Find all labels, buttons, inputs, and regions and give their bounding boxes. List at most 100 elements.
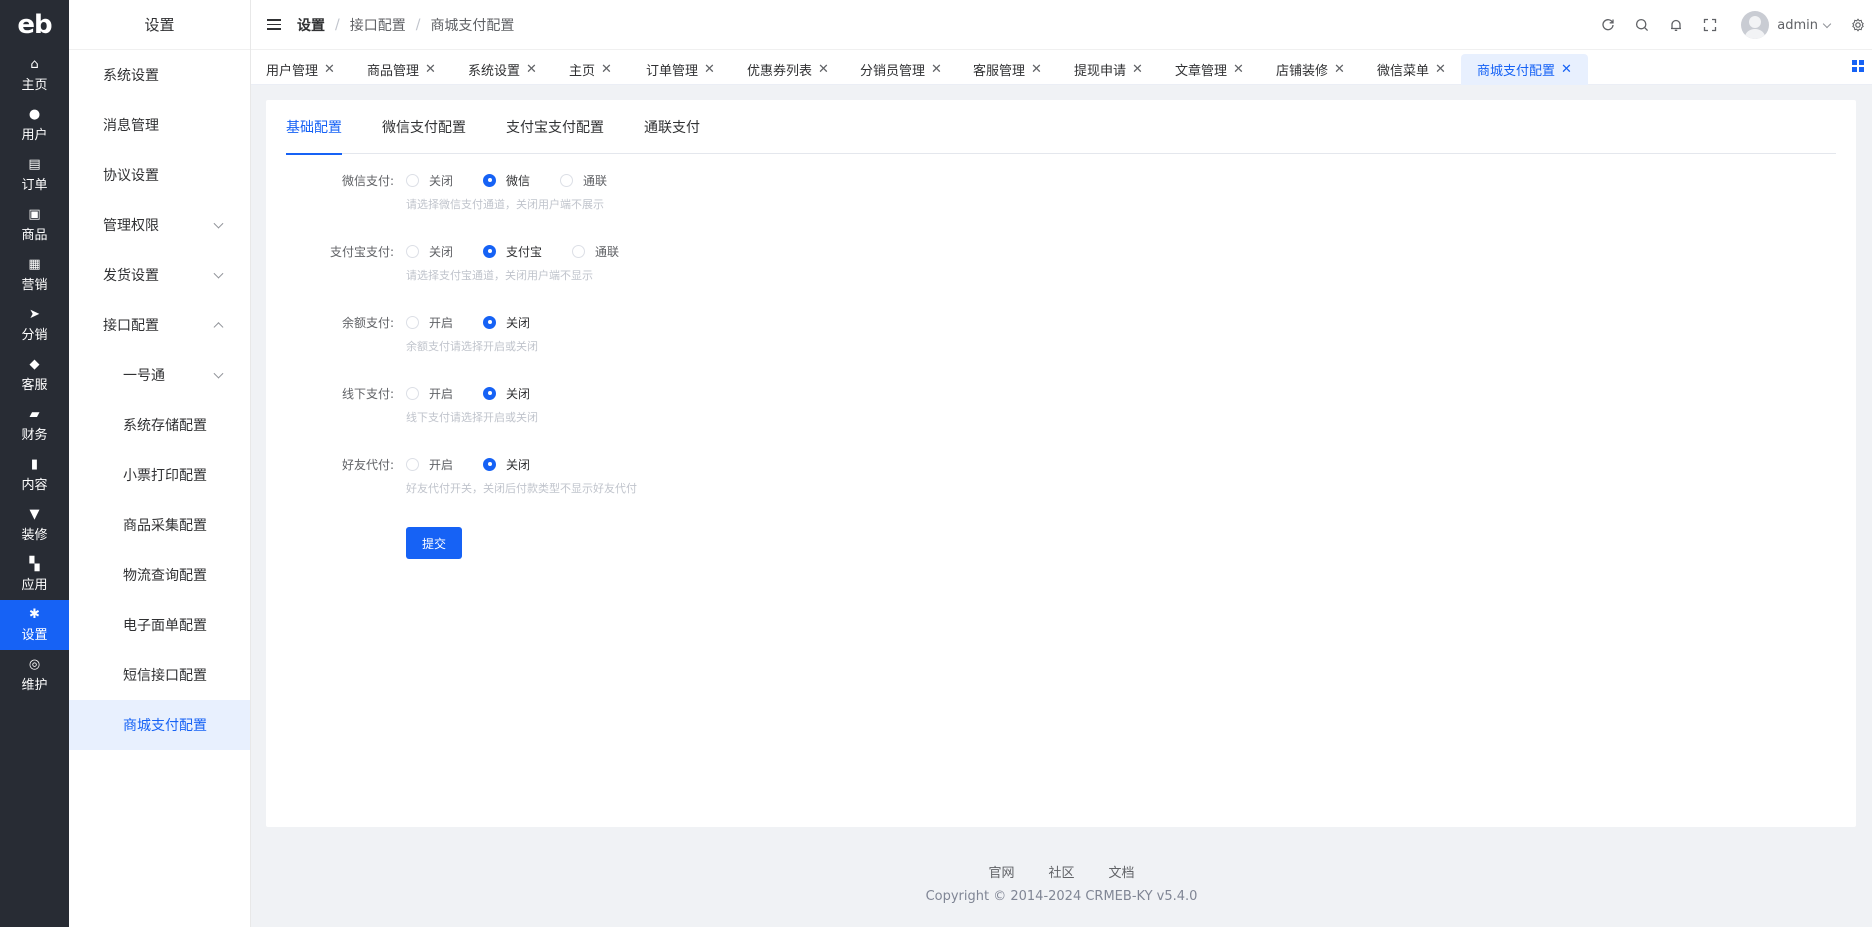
close-icon[interactable]: ✕ bbox=[1031, 62, 1042, 77]
gear-icon[interactable] bbox=[1846, 0, 1870, 50]
submenu-item-receipt-print-config[interactable]: 小票打印配置 bbox=[69, 450, 250, 500]
tab-tag[interactable]: 用户管理 ✕ bbox=[250, 54, 351, 85]
refresh-icon[interactable] bbox=[1591, 0, 1625, 50]
rail-item-home[interactable]: ⌂ 主页 bbox=[0, 50, 69, 100]
rail-item-decoration[interactable]: ▼ 装修 bbox=[0, 500, 69, 550]
tab-tag[interactable]: 主页 ✕ bbox=[553, 54, 628, 85]
radio-unchecked-icon[interactable] bbox=[406, 386, 419, 400]
close-icon[interactable]: ✕ bbox=[1132, 62, 1143, 77]
radio-option[interactable]: 关闭 bbox=[406, 172, 453, 189]
tags-menu-grid-icon[interactable] bbox=[1852, 60, 1864, 72]
rail-item-apps[interactable]: ▚ 应用 bbox=[0, 550, 69, 600]
rail-item-marketing[interactable]: ▦ 营销 bbox=[0, 250, 69, 300]
tab-tag[interactable]: 微信菜单 ✕ bbox=[1361, 54, 1462, 85]
close-icon[interactable]: ✕ bbox=[1561, 62, 1572, 77]
close-icon[interactable]: ✕ bbox=[425, 62, 436, 77]
radio-checked-icon[interactable] bbox=[483, 386, 497, 400]
radio-unchecked-icon[interactable] bbox=[406, 457, 419, 471]
tab-tag[interactable]: 店铺装修 ✕ bbox=[1260, 54, 1361, 85]
tab-tag[interactable]: 订单管理 ✕ bbox=[630, 54, 731, 85]
tag-label: 订单管理 bbox=[646, 64, 699, 79]
tab-alipay-config[interactable]: 支付宝支付配置 bbox=[506, 100, 604, 154]
close-icon[interactable]: ✕ bbox=[704, 62, 715, 77]
radio-checked-icon[interactable] bbox=[483, 315, 497, 329]
radio-option[interactable]: 支付宝 bbox=[483, 243, 542, 260]
submenu-item-storage-config[interactable]: 系统存储配置 bbox=[69, 400, 250, 450]
close-icon[interactable]: ✕ bbox=[1435, 62, 1446, 77]
avatar[interactable] bbox=[1741, 11, 1770, 39]
breadcrumb-item[interactable]: 设置 bbox=[297, 15, 325, 35]
rail-item-service[interactable]: ◆ 客服 bbox=[0, 350, 69, 400]
radio-option[interactable]: 关闭 bbox=[483, 456, 530, 473]
tab-tag[interactable]: 文章管理 ✕ bbox=[1159, 54, 1260, 85]
bell-icon[interactable] bbox=[1659, 0, 1693, 50]
radio-unchecked-icon[interactable] bbox=[406, 173, 419, 187]
close-icon[interactable]: ✕ bbox=[1233, 62, 1244, 77]
rail-item-order[interactable]: ▤ 订单 bbox=[0, 150, 69, 200]
radio-option[interactable]: 开启 bbox=[406, 314, 453, 331]
tab-tag[interactable]: 分销员管理 ✕ bbox=[844, 54, 958, 85]
submenu-item-system-settings[interactable]: 系统设置 bbox=[69, 50, 250, 100]
tab-allinpay[interactable]: 通联支付 bbox=[644, 100, 700, 154]
close-icon[interactable]: ✕ bbox=[601, 62, 612, 77]
tab-tag[interactable]: 商品管理 ✕ bbox=[351, 54, 452, 85]
rail-item-maintenance[interactable]: ◎ 维护 bbox=[0, 650, 69, 700]
rail-item-distribution[interactable]: ➤ 分销 bbox=[0, 300, 69, 350]
radio-unchecked-icon[interactable] bbox=[560, 173, 574, 187]
close-icon[interactable]: ✕ bbox=[931, 62, 942, 77]
close-icon[interactable]: ✕ bbox=[324, 62, 335, 77]
radio-option[interactable]: 关闭 bbox=[483, 314, 530, 331]
radio-checked-icon[interactable] bbox=[483, 457, 497, 471]
search-icon[interactable] bbox=[1625, 0, 1659, 50]
submenu-item-interface-config[interactable]: 接口配置 bbox=[69, 300, 250, 350]
close-icon[interactable]: ✕ bbox=[1334, 62, 1345, 77]
radio-option[interactable]: 开启 bbox=[406, 385, 453, 402]
radio-checked-icon[interactable] bbox=[483, 173, 497, 187]
close-icon[interactable]: ✕ bbox=[818, 62, 829, 77]
submenu-item-product-collect-config[interactable]: 商品采集配置 bbox=[69, 500, 250, 550]
close-icon[interactable]: ✕ bbox=[526, 62, 537, 77]
tab-tag[interactable]: 系统设置 ✕ bbox=[452, 54, 553, 85]
rail-item-finance[interactable]: ▰ 财务 bbox=[0, 400, 69, 450]
username[interactable]: admin bbox=[1777, 18, 1818, 33]
chevron-down-icon[interactable] bbox=[1822, 19, 1832, 28]
tab-tag[interactable]: 提现申请 ✕ bbox=[1058, 54, 1159, 85]
radio-option[interactable]: 通联 bbox=[560, 172, 607, 189]
tab-tag[interactable]: 商城支付配置 ✕ bbox=[1461, 54, 1588, 85]
radio-option[interactable]: 开启 bbox=[406, 456, 453, 473]
tab-wechat-pay-config[interactable]: 微信支付配置 bbox=[382, 100, 466, 154]
submenu-item-permissions[interactable]: 管理权限 bbox=[69, 200, 250, 250]
rail-item-user[interactable]: ● 用户 bbox=[0, 100, 69, 150]
tab-tag[interactable]: 优惠券列表 ✕ bbox=[731, 54, 845, 85]
rail-item-content[interactable]: ▮ 内容 bbox=[0, 450, 69, 500]
radio-option[interactable]: 关闭 bbox=[406, 243, 453, 260]
footer-link-docs[interactable]: 文档 bbox=[1109, 862, 1135, 881]
radio-unchecked-icon[interactable] bbox=[406, 244, 419, 258]
submenu-item-shipping-settings[interactable]: 发货设置 bbox=[69, 250, 250, 300]
radio-option[interactable]: 关闭 bbox=[483, 385, 530, 402]
submenu-item-yihaotong[interactable]: 一号通 bbox=[69, 350, 250, 400]
submenu-item-e-waybill-config[interactable]: 电子面单配置 bbox=[69, 600, 250, 650]
submenu-item-logistics-config[interactable]: 物流查询配置 bbox=[69, 550, 250, 600]
radio-option[interactable]: 通联 bbox=[572, 243, 619, 260]
footer-link-community[interactable]: 社区 bbox=[1048, 862, 1074, 881]
radio-label: 通联 bbox=[595, 244, 620, 259]
radio-unchecked-icon[interactable] bbox=[572, 244, 586, 258]
rail-item-settings[interactable]: ✱ 设置 bbox=[0, 600, 69, 650]
tab-tag[interactable]: 客服管理 ✕ bbox=[957, 54, 1058, 85]
submenu-item-mall-payment-config[interactable]: 商城支付配置 bbox=[69, 700, 250, 750]
radio-checked-icon[interactable] bbox=[483, 244, 497, 258]
fullscreen-icon[interactable] bbox=[1693, 0, 1727, 50]
radio-unchecked-icon[interactable] bbox=[406, 315, 419, 329]
footer-link-official[interactable]: 官网 bbox=[988, 862, 1014, 881]
menu-fold-icon[interactable] bbox=[267, 19, 281, 30]
submit-button[interactable]: 提交 bbox=[406, 527, 462, 559]
submenu-item-message-management[interactable]: 消息管理 bbox=[69, 100, 250, 150]
tab-basic-config[interactable]: 基础配置 bbox=[286, 100, 342, 155]
rail-item-product[interactable]: ▣ 商品 bbox=[0, 200, 69, 250]
radio-option[interactable]: 微信 bbox=[483, 172, 530, 189]
app-logo[interactable]: eb bbox=[0, 0, 69, 50]
submenu-item-agreement-settings[interactable]: 协议设置 bbox=[69, 150, 250, 200]
breadcrumb-item[interactable]: 接口配置 bbox=[350, 15, 406, 35]
submenu-item-sms-config[interactable]: 短信接口配置 bbox=[69, 650, 250, 700]
